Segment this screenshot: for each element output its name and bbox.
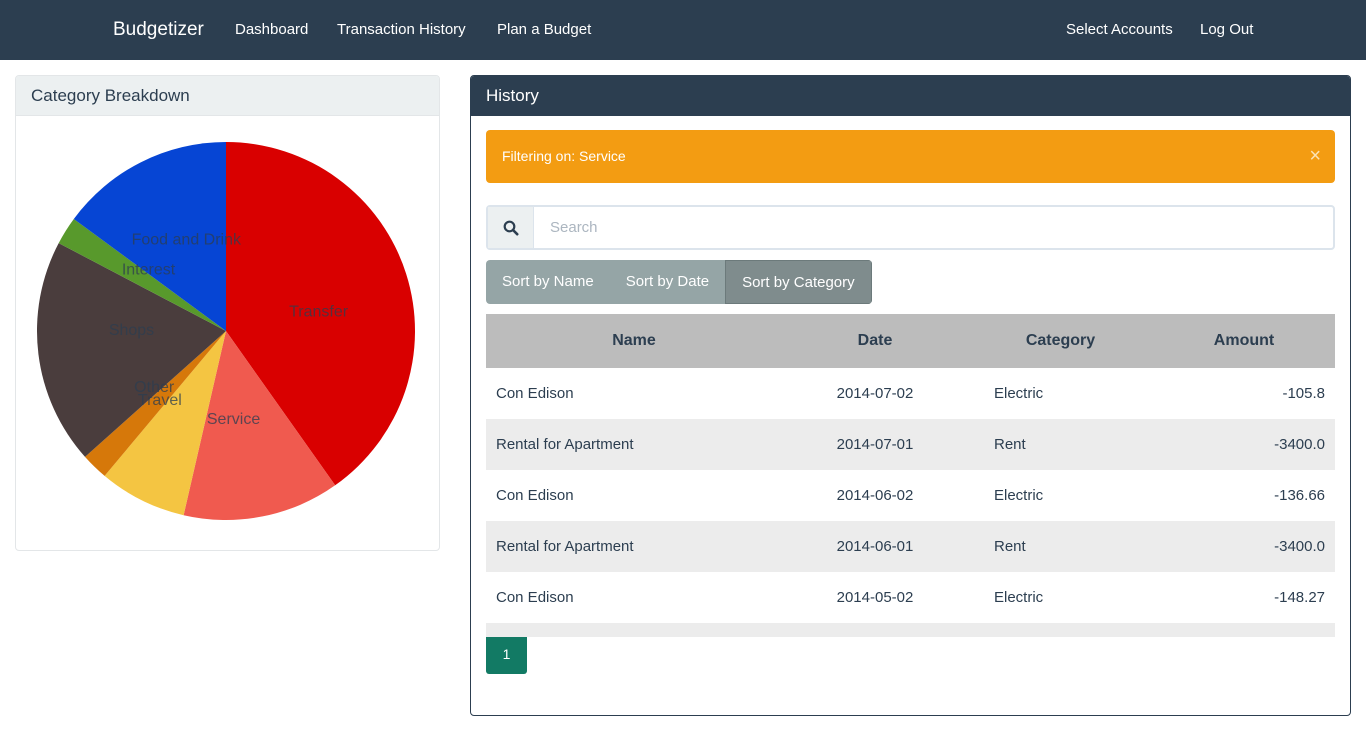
nav-log-out-link[interactable]: Log Out xyxy=(1200,0,1253,60)
pie-label-transfer: Transfer xyxy=(289,303,349,320)
table-row[interactable]: Con Edison 2014-06-02 Electric -136.66 xyxy=(486,470,1335,521)
pie-label-shops: Shops xyxy=(109,322,154,339)
cell-name: Rental for Apartment xyxy=(496,538,634,555)
table-footer xyxy=(486,623,1335,637)
history-panel: History Filtering on: Service × Sort by … xyxy=(470,75,1351,716)
cell-amount: -3400.0 xyxy=(1274,436,1325,453)
filter-alert: Filtering on: Service × xyxy=(486,130,1335,183)
search-input[interactable] xyxy=(535,207,1333,248)
filter-alert-text: Filtering on: Service xyxy=(502,148,626,164)
cell-amount: -105.8 xyxy=(1282,385,1325,402)
cell-amount: -148.27 xyxy=(1274,589,1325,606)
cell-date: 2014-06-02 xyxy=(836,487,914,504)
transactions-table: Name Date Category Amount Con Edison 201… xyxy=(486,314,1335,623)
cell-category: Electric xyxy=(994,487,1044,504)
category-breakdown-title: Category Breakdown xyxy=(16,76,439,116)
search-icon xyxy=(488,207,534,248)
table-row[interactable]: Con Edison 2014-07-02 Electric -105.8 xyxy=(486,368,1335,419)
column-header-date[interactable]: Date xyxy=(782,314,968,368)
history-title: History xyxy=(471,76,1350,116)
search-box xyxy=(486,205,1335,250)
column-header-name[interactable]: Name xyxy=(486,314,782,368)
brand-link[interactable]: Budgetizer xyxy=(113,0,204,60)
cell-category: Rent xyxy=(994,436,1026,453)
table-header-row: Name Date Category Amount xyxy=(486,314,1335,368)
cell-name: Con Edison xyxy=(496,589,574,606)
nav-transaction-history-link[interactable]: Transaction History xyxy=(337,0,466,60)
table-row[interactable]: Rental for Apartment 2014-06-01 Rent -34… xyxy=(486,521,1335,572)
pie-label-food-and-drink: Food and Drink xyxy=(132,231,242,248)
top-navbar: Budgetizer Dashboard Transaction History… xyxy=(0,0,1366,60)
pie-label-interest: Interest xyxy=(122,262,176,279)
sort-by-date-button[interactable]: Sort by Date xyxy=(609,260,726,304)
nav-select-accounts-link[interactable]: Select Accounts xyxy=(1066,0,1173,60)
cell-category: Electric xyxy=(994,589,1044,606)
pie-chart-container: Transfer Service Travel Other Shops Interest F… xyxy=(16,116,439,550)
close-icon[interactable]: × xyxy=(1309,130,1321,183)
sort-by-name-button[interactable]: Sort by Name xyxy=(486,260,610,304)
cell-date: 2014-07-01 xyxy=(836,436,914,453)
cell-date: 2014-06-01 xyxy=(836,538,914,555)
column-header-amount[interactable]: Amount xyxy=(1153,314,1335,368)
nav-dashboard-link[interactable]: Dashboard xyxy=(235,0,308,60)
sort-button-group: Sort by Name Sort by Date Sort by Catego… xyxy=(486,260,872,304)
pie-label-other: Other xyxy=(134,379,175,396)
sort-by-category-button[interactable]: Sort by Category xyxy=(725,260,872,304)
category-breakdown-panel: Category Breakdown Transfer Service Travel… xyxy=(15,75,440,551)
pie-label-service: Service xyxy=(207,411,260,428)
category-pie-chart: TransferServiceTravelOtherShopsInterestF… xyxy=(37,142,416,521)
cell-category: Electric xyxy=(994,385,1044,402)
cell-name: Con Edison xyxy=(496,487,574,504)
cell-date: 2014-05-02 xyxy=(836,589,914,606)
nav-plan-budget-link[interactable]: Plan a Budget xyxy=(497,0,591,60)
cell-category: Rent xyxy=(994,538,1026,555)
cell-name: Con Edison xyxy=(496,385,574,402)
cell-name: Rental for Apartment xyxy=(496,436,634,453)
table-row[interactable]: Con Edison 2014-05-02 Electric -148.27 xyxy=(486,572,1335,623)
cell-date: 2014-07-02 xyxy=(836,385,914,402)
table-row[interactable]: Rental for Apartment 2014-07-01 Rent -34… xyxy=(486,419,1335,470)
column-header-category[interactable]: Category xyxy=(968,314,1153,368)
cell-amount: -3400.0 xyxy=(1274,538,1325,555)
cell-amount: -136.66 xyxy=(1274,487,1325,504)
pagination-page-button[interactable]: 1 xyxy=(486,637,527,674)
